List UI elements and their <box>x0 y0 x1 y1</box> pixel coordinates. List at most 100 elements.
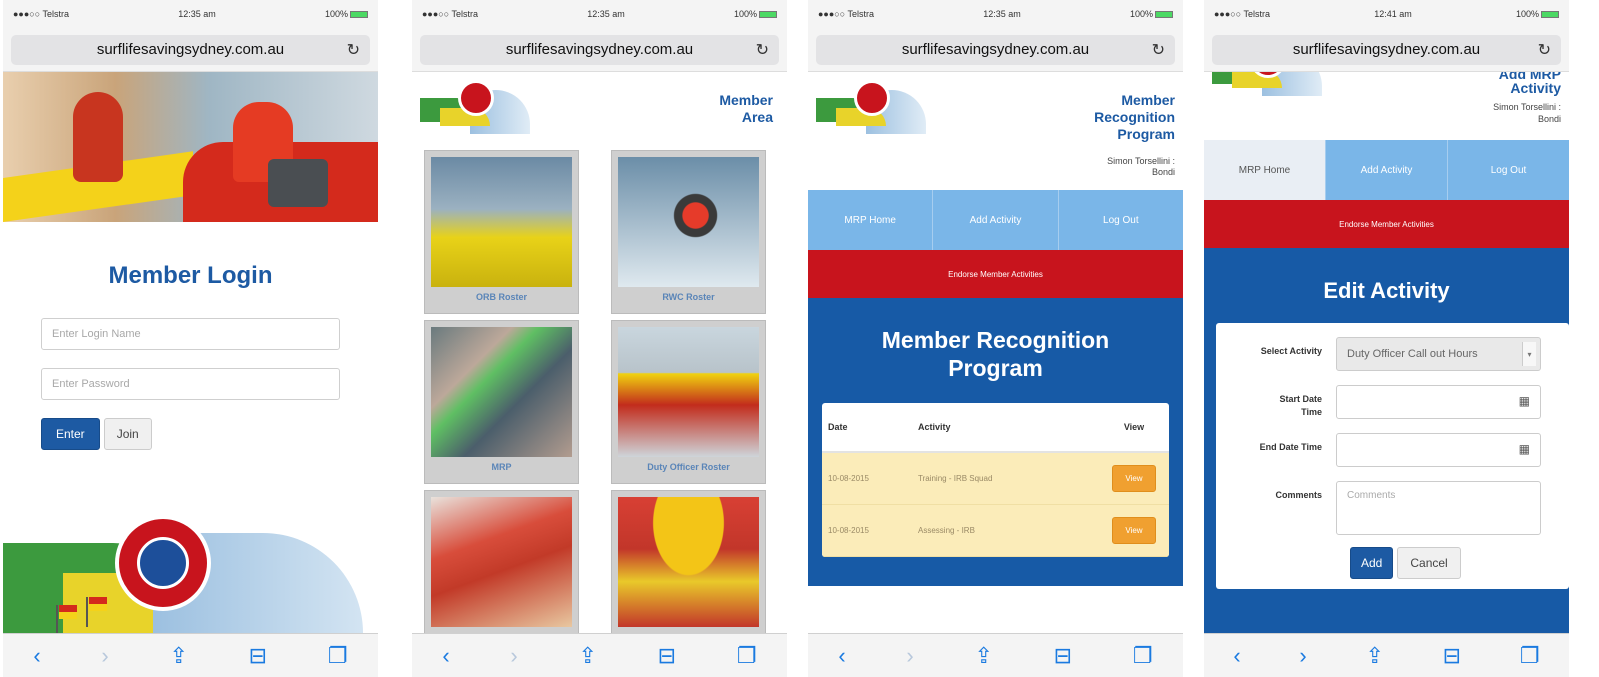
login-buttons: Enter Join <box>41 418 340 450</box>
status-bar: ●●●○○ Telstra 12:41 am 100% <box>1204 0 1569 28</box>
row-activity: Training - IRB Squad <box>918 474 993 483</box>
start-date-label: Start Date Time <box>1279 394 1322 417</box>
browser-toolbar: ‹ › ⇪ ⊟ ❐ <box>3 633 378 677</box>
share-icon[interactable]: ⇪ <box>1365 643 1383 669</box>
password-input[interactable] <box>41 368 340 400</box>
share-icon[interactable]: ⇪ <box>578 643 596 669</box>
tile-duty-officer-roster[interactable]: Duty Officer Roster <box>611 320 766 484</box>
row-view-cell: View <box>1099 517 1169 544</box>
back-icon[interactable]: ‹ <box>33 643 40 669</box>
view-button[interactable]: View <box>1112 517 1156 544</box>
share-icon[interactable]: ⇪ <box>974 643 992 669</box>
bookmarks-icon[interactable]: ⊟ <box>1443 643 1461 669</box>
battery-icon <box>759 11 777 19</box>
tile-patrol[interactable] <box>611 490 766 654</box>
tile-orb-roster[interactable]: ORB Roster <box>424 150 579 314</box>
url-text: surflifesavingsydney.com.au <box>1292 41 1481 58</box>
carrier-label: ●●●○○ Telstra <box>1214 9 1271 19</box>
select-activity-label: Select Activity <box>1260 346 1322 356</box>
enter-button[interactable]: Enter <box>41 418 100 450</box>
join-button[interactable]: Join <box>103 418 152 450</box>
site-logo[interactable] <box>420 80 530 138</box>
share-icon[interactable]: ⇪ <box>169 643 187 669</box>
tab-mrp-home[interactable]: MRP Home <box>808 190 934 250</box>
forward-icon[interactable]: › <box>101 643 108 669</box>
url-field[interactable]: surflifesavingsydney.com.au ↻ <box>11 34 370 65</box>
tile-mrp[interactable]: MRP <box>424 320 579 484</box>
tile-rwc-roster[interactable]: RWC Roster <box>611 150 766 314</box>
calendar-icon[interactable]: ▦ <box>1519 442 1530 456</box>
bookmarks-icon[interactable]: ⊟ <box>1054 643 1072 669</box>
battery-indicator: 100% <box>1516 9 1559 19</box>
forward-icon[interactable]: › <box>1299 643 1306 669</box>
url-field[interactable]: surflifesavingsydney.com.au ↻ <box>420 34 779 65</box>
end-date-input[interactable]: ▦ <box>1336 433 1541 467</box>
endorse-activities-link[interactable]: Endorse Member Activities <box>1204 200 1569 248</box>
carrier-label: ●●●○○ Telstra <box>818 9 875 19</box>
form-buttons: Add Cancel <box>1216 547 1569 579</box>
site-logo[interactable] <box>1212 72 1322 100</box>
row-date: 10-08-2015 <box>828 474 869 483</box>
comments-textarea[interactable]: Comments <box>1336 481 1541 535</box>
page-title: Member Recognition Program <box>1094 92 1175 142</box>
clock: 12:35 am <box>983 9 1021 19</box>
bookmarks-icon[interactable]: ⊟ <box>658 643 676 669</box>
tab-add-activity[interactable]: Add Activity <box>1326 140 1448 200</box>
battery-icon <box>1155 11 1173 19</box>
row-view-cell: View <box>1099 465 1169 492</box>
bookmarks-icon[interactable]: ⊟ <box>249 643 267 669</box>
cancel-button[interactable]: Cancel <box>1397 547 1461 579</box>
reload-icon[interactable]: ↻ <box>1538 40 1551 60</box>
url-field[interactable]: surflifesavingsydney.com.au ↻ <box>1212 34 1561 65</box>
forward-icon[interactable]: › <box>510 643 517 669</box>
login-name-input[interactable] <box>41 318 340 350</box>
activity-table: Date Activity View 10-08-2015 Training -… <box>822 403 1169 557</box>
forward-icon[interactable]: › <box>906 643 913 669</box>
site-header: Add MRP Activity Simon Torsellini : Bond… <box>1204 72 1569 140</box>
activity-select-value: Duty Officer Call out Hours <box>1347 348 1478 360</box>
activity-select[interactable]: Duty Officer Call out Hours ▾ <box>1336 337 1541 371</box>
site-header: Member Recognition Program Simon Torsell… <box>808 72 1183 190</box>
add-button[interactable]: Add <box>1350 547 1394 579</box>
back-icon[interactable]: ‹ <box>442 643 449 669</box>
calendar-icon[interactable]: ▦ <box>1519 394 1530 408</box>
club-badge-icon <box>115 515 211 611</box>
address-bar: surflifesavingsydney.com.au ↻ <box>808 28 1183 72</box>
column-header-view: View <box>1123 422 1145 432</box>
back-icon[interactable]: ‹ <box>838 643 845 669</box>
battery-icon <box>350 11 368 19</box>
member-tile-grid: ORB Roster RWC Roster MRP Duty Officer R… <box>424 150 783 654</box>
endorse-activities-link[interactable]: Endorse Member Activities <box>808 250 1183 298</box>
url-text: surflifesavingsydney.com.au <box>901 41 1090 58</box>
tile-event[interactable] <box>424 490 579 654</box>
reload-icon[interactable]: ↻ <box>347 40 360 60</box>
tabs-icon[interactable]: ❐ <box>328 643 348 669</box>
edit-activity-form: Select Activity Duty Officer Call out Ho… <box>1216 323 1569 589</box>
tab-add-activity[interactable]: Add Activity <box>933 190 1059 250</box>
back-icon[interactable]: ‹ <box>1233 643 1240 669</box>
user-info: Simon Torsellini : Bondi <box>1107 156 1175 177</box>
column-header-date: Date <box>828 422 848 432</box>
site-logo[interactable] <box>816 80 926 138</box>
tab-log-out[interactable]: Log Out <box>1448 140 1569 200</box>
form-row-end: End Date Time ▦ <box>1216 433 1569 467</box>
address-bar: surflifesavingsydney.com.au ↻ <box>412 28 787 72</box>
hero-image <box>3 72 378 222</box>
battery-icon <box>1541 11 1559 19</box>
url-field[interactable]: surflifesavingsydney.com.au ↻ <box>816 34 1175 65</box>
tabs-icon[interactable]: ❐ <box>1520 643 1540 669</box>
tile-label: RWC Roster <box>662 292 715 302</box>
tabs-icon[interactable]: ❐ <box>737 643 757 669</box>
user-club: Bondi <box>1537 114 1561 124</box>
view-button[interactable]: View <box>1112 465 1156 492</box>
tab-mrp-home[interactable]: MRP Home <box>1204 140 1326 200</box>
start-date-input[interactable]: ▦ <box>1336 385 1541 419</box>
url-text: surflifesavingsydney.com.au <box>505 41 694 58</box>
form-row-start: Start Date Time ▦ <box>1216 385 1569 419</box>
row-activity: Assessing - IRB <box>918 526 975 535</box>
reload-icon[interactable]: ↻ <box>756 40 769 60</box>
tabs-icon[interactable]: ❐ <box>1133 643 1153 669</box>
tab-log-out[interactable]: Log Out <box>1059 190 1183 250</box>
reload-icon[interactable]: ↻ <box>1152 40 1165 60</box>
battery-indicator: 100% <box>734 9 777 19</box>
